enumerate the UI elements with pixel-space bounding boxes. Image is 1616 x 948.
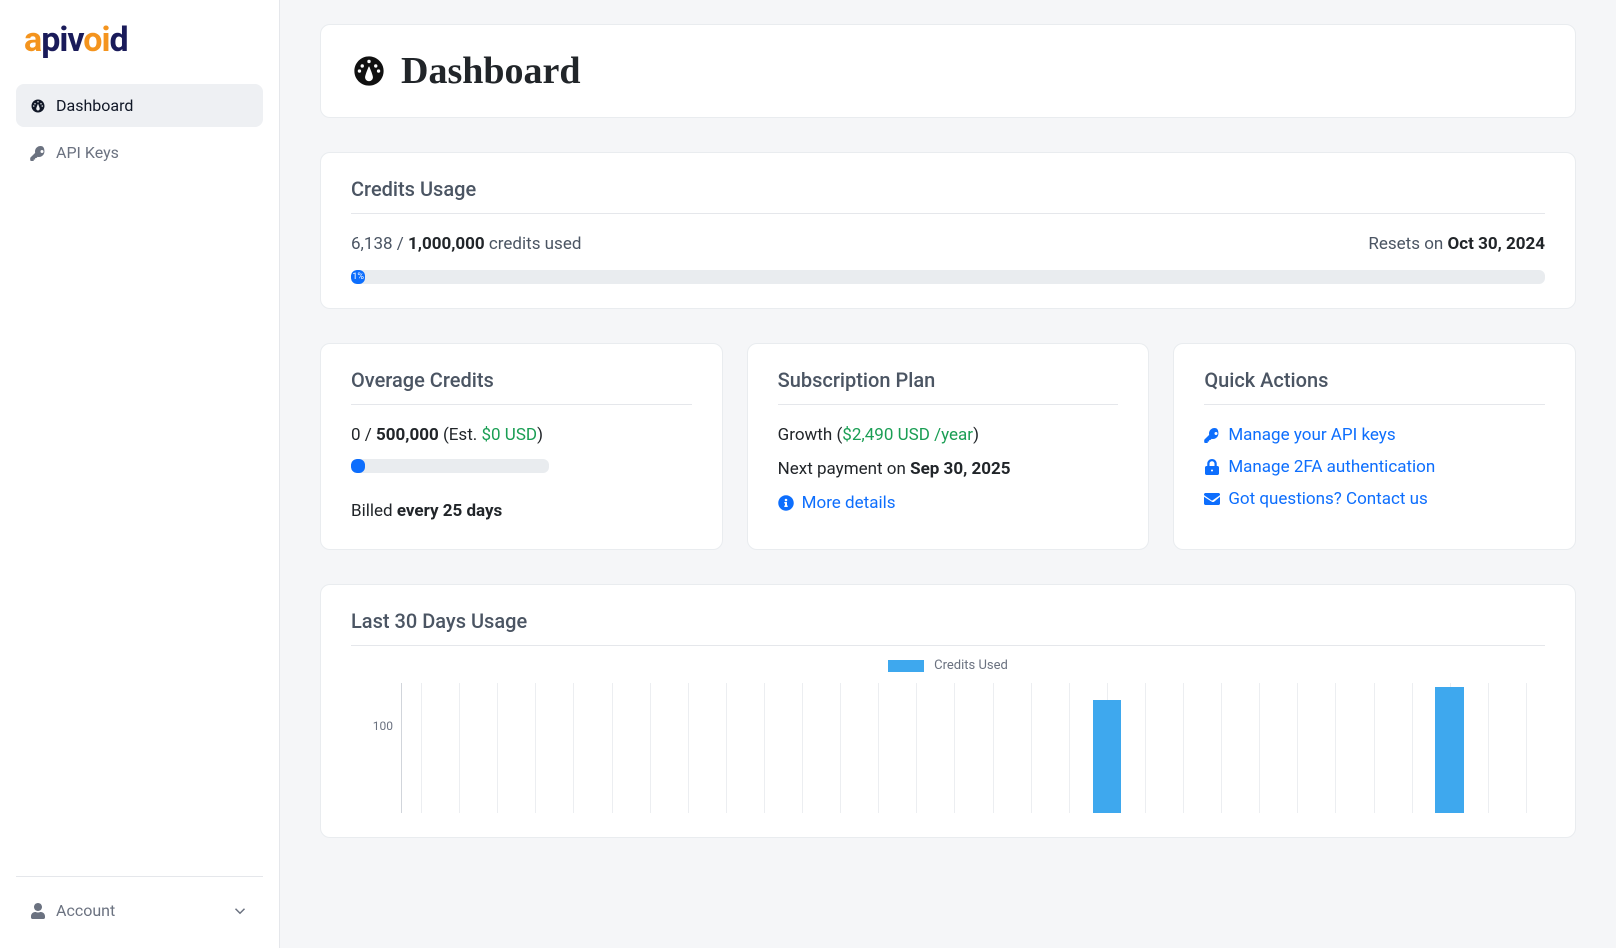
- account-label: Account: [56, 901, 115, 920]
- quick-action-contact[interactable]: Got questions? Contact us: [1228, 489, 1427, 509]
- credits-progress-fill: 1%: [351, 270, 365, 284]
- legend-swatch: [888, 660, 924, 672]
- overage-progress: [351, 459, 549, 473]
- info-icon: [778, 495, 794, 511]
- quick-actions-card: Quick Actions Manage your API keys Manag…: [1173, 343, 1576, 550]
- page-title: Dashboard: [401, 49, 581, 93]
- credits-usage-card: Credits Usage 6,138 / 1,000,000 credits …: [320, 152, 1576, 309]
- credits-progress: 1%: [351, 270, 1545, 284]
- gauge-icon: [30, 98, 46, 114]
- chevron-down-icon: [231, 902, 249, 920]
- subscription-plan-text: Growth ($2,490 USD /year): [778, 425, 1119, 445]
- usage-chart-card: Last 30 Days Usage Credits Used 100: [320, 584, 1576, 838]
- chart-plot-area: 100: [351, 683, 1545, 813]
- sidebar: apivoid Dashboard API Keys Account: [0, 0, 280, 948]
- overage-progress-fill: [351, 459, 365, 473]
- gauge-icon: [351, 53, 387, 89]
- quick-action-api-keys[interactable]: Manage your API keys: [1228, 425, 1395, 445]
- subscription-more-details-link[interactable]: More details: [802, 493, 896, 513]
- sidebar-item-label: API Keys: [56, 143, 119, 162]
- envelope-icon: [1204, 491, 1220, 507]
- subscription-next-payment: Next payment on Sep 30, 2025: [778, 459, 1119, 479]
- sidebar-nav: Dashboard API Keys: [16, 84, 263, 174]
- overage-used-text: 0 / 500,000 (Est. $0 USD): [351, 425, 692, 445]
- legend-label: Credits Used: [934, 658, 1008, 673]
- chart-bar: [1435, 687, 1464, 813]
- page-title-card: Dashboard: [320, 24, 1576, 118]
- credits-usage-title: Credits Usage: [351, 177, 1545, 214]
- quick-action-2fa[interactable]: Manage 2FA authentication: [1228, 457, 1435, 477]
- y-tick-100: 100: [373, 719, 393, 733]
- chart-bar: [1093, 700, 1122, 813]
- sidebar-item-dashboard[interactable]: Dashboard: [16, 84, 263, 127]
- sidebar-item-api-keys[interactable]: API Keys: [16, 131, 263, 174]
- sidebar-account-toggle[interactable]: Account: [16, 889, 263, 932]
- overage-title: Overage Credits: [351, 368, 692, 405]
- overage-billed-text: Billed every 25 days: [351, 501, 692, 521]
- user-icon: [30, 903, 46, 919]
- credits-used-text: 6,138 / 1,000,000 credits used: [351, 234, 581, 254]
- sidebar-item-label: Dashboard: [56, 96, 133, 115]
- brand-logo: apivoid: [16, 16, 263, 84]
- main-content: Dashboard Credits Usage 6,138 / 1,000,00…: [280, 0, 1616, 948]
- lock-icon: [1204, 459, 1220, 475]
- subscription-card: Subscription Plan Growth ($2,490 USD /ye…: [747, 343, 1150, 550]
- subscription-title: Subscription Plan: [778, 368, 1119, 405]
- key-icon: [1204, 427, 1220, 443]
- credits-reset-text: Resets on Oct 30, 2024: [1368, 234, 1545, 254]
- usage-chart-title: Last 30 Days Usage: [351, 609, 1545, 646]
- quick-actions-title: Quick Actions: [1204, 368, 1545, 405]
- overage-card: Overage Credits 0 / 500,000 (Est. $0 USD…: [320, 343, 723, 550]
- chart-legend: Credits Used: [351, 658, 1545, 673]
- key-icon: [30, 145, 46, 161]
